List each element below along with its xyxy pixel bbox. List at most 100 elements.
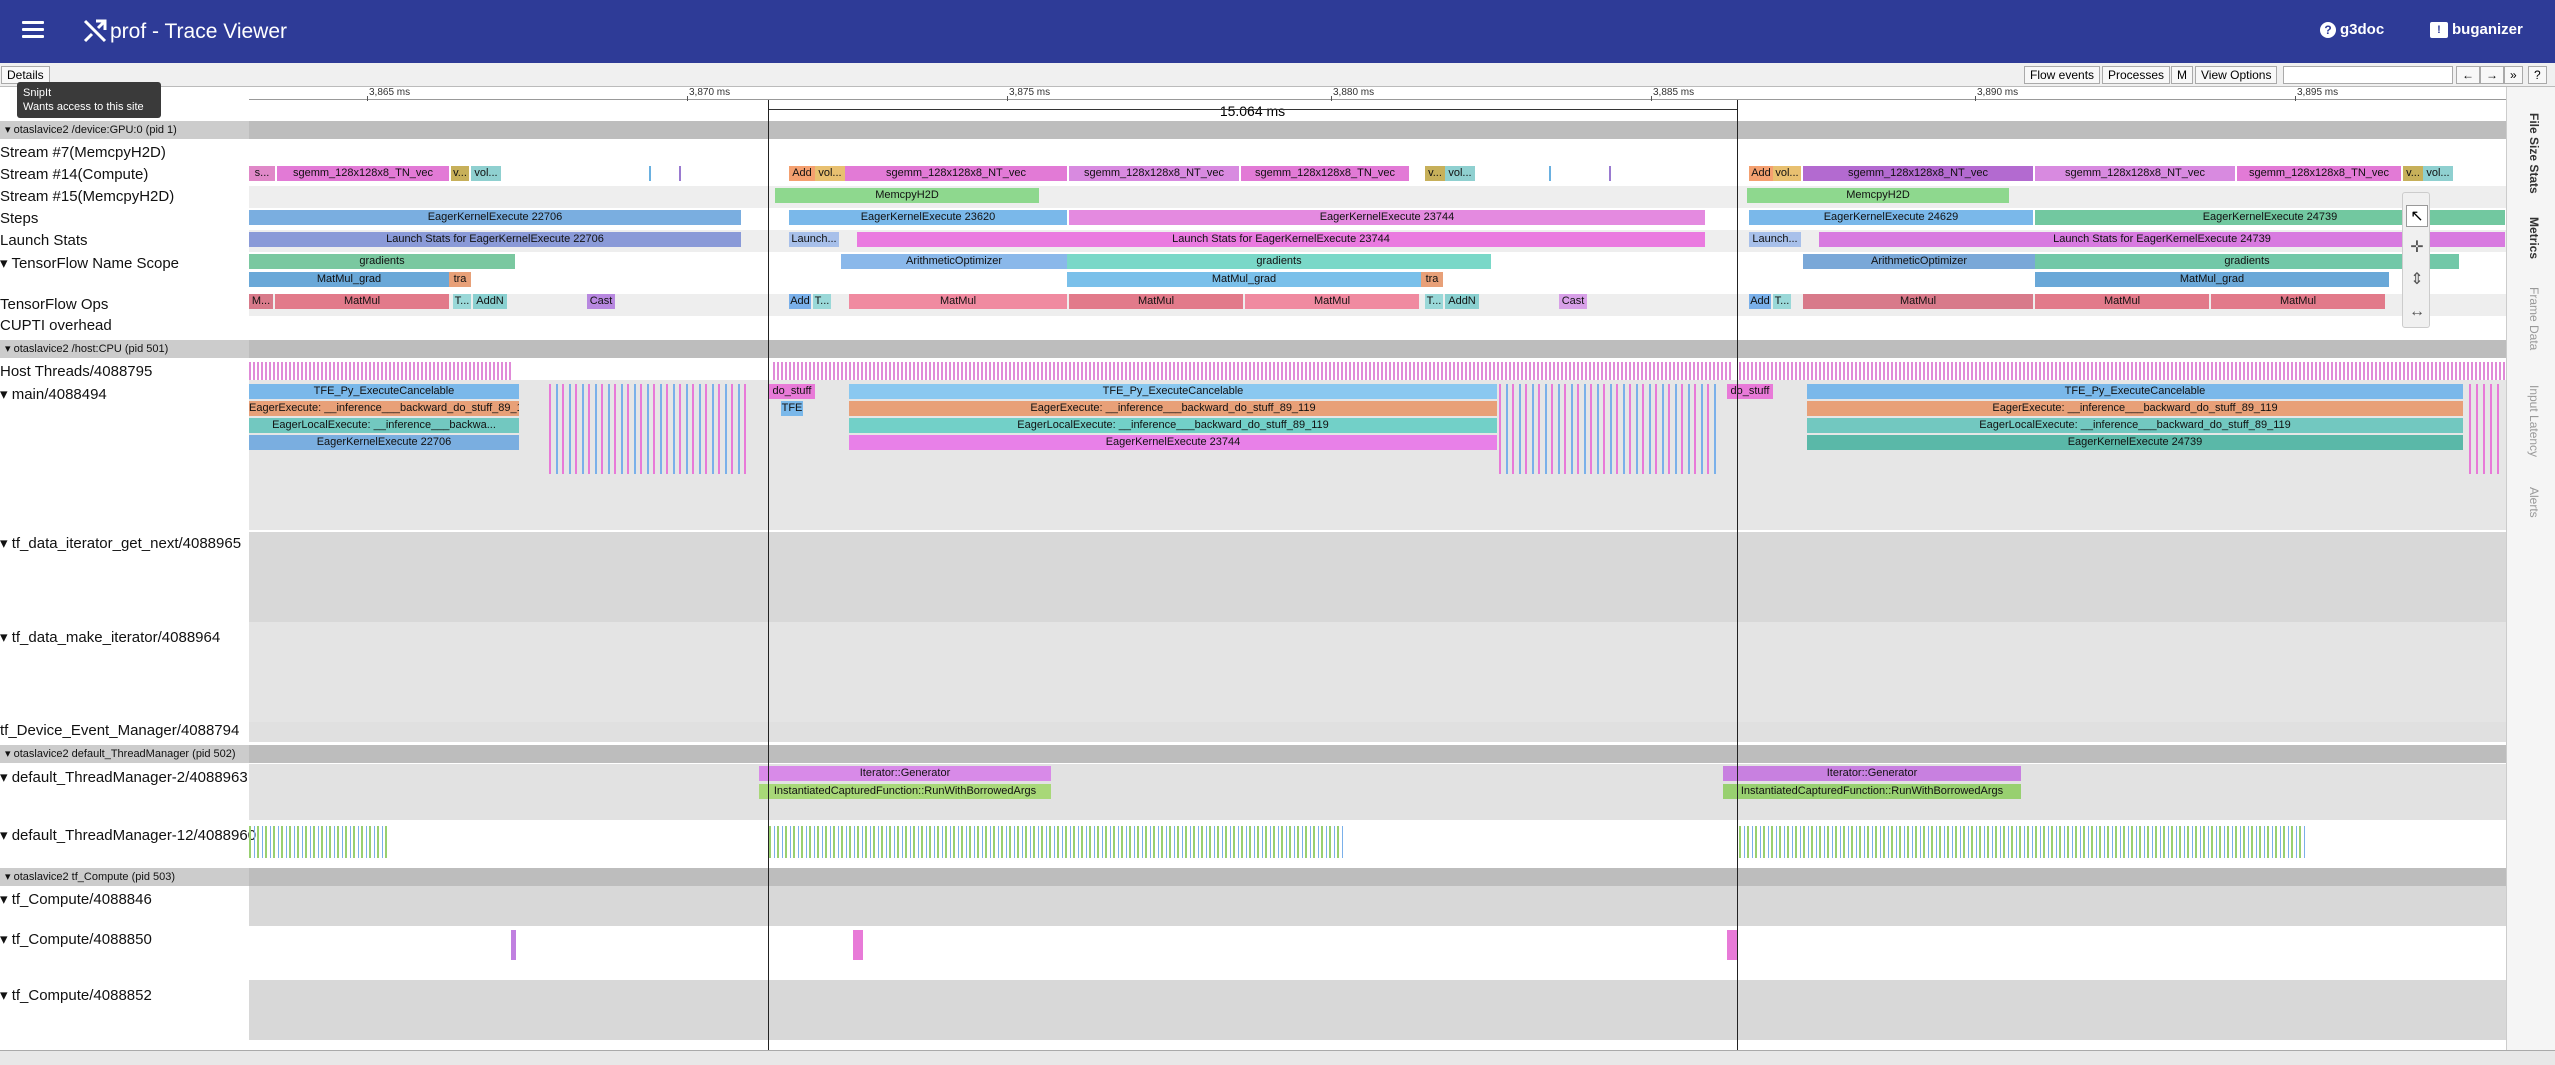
trace-event[interactable]: MatMul_grad: [1067, 272, 1421, 287]
trace-event[interactable]: tra: [1421, 272, 1443, 287]
trace-event[interactable]: Add: [789, 294, 811, 309]
trace-event[interactable]: vol...: [2423, 166, 2453, 181]
trace-event[interactable]: v...: [451, 166, 469, 181]
trace-event[interactable]: Iterator::Generator: [759, 766, 1051, 781]
selection-start-line[interactable]: [768, 100, 769, 1050]
trace-event[interactable]: EagerLocalExecute: __inference___backwa.…: [249, 418, 519, 433]
trace-event[interactable]: T...: [1425, 294, 1443, 309]
trace-event[interactable]: EagerLocalExecute: __inference___backwar…: [1807, 418, 2463, 433]
trace-event[interactable]: sgemm_128x128x8_NT_vec: [1069, 166, 1239, 181]
host-thread-activity[interactable]: [1739, 362, 2505, 380]
trace-event[interactable]: EagerLocalExecute: __inference___backwar…: [849, 418, 1497, 433]
trace-event[interactable]: vol...: [815, 166, 845, 181]
trace-event-sliver[interactable]: [1727, 930, 1737, 960]
zoom-mode-icon[interactable]: ⇕: [2406, 269, 2428, 291]
trace-event[interactable]: Cast: [587, 294, 615, 309]
trace-event[interactable]: MatMul: [1069, 294, 1243, 309]
trace-event[interactable]: EagerKernelExecute 23744: [1069, 210, 1705, 225]
process-header-cpu[interactable]: ▾ otaslavice2 /host:CPU (pid 501): [0, 340, 249, 358]
trace-event[interactable]: ArithmeticOptimizer: [841, 254, 1067, 269]
expand-icon[interactable]: ▾: [0, 891, 8, 908]
trace-event-sliver[interactable]: [679, 166, 681, 181]
trace-event[interactable]: Add: [1749, 294, 1771, 309]
dense-event-region[interactable]: [549, 384, 749, 474]
processes-button[interactable]: Processes: [2102, 66, 2171, 84]
trace-event[interactable]: EagerKernelExecute 24739: [1807, 435, 2463, 450]
dense-event-region[interactable]: [249, 826, 389, 858]
process-header-compute[interactable]: ▾ otaslavice2 tf_Compute (pid 503): [0, 868, 249, 886]
trace-event[interactable]: tra: [449, 272, 471, 287]
expand-icon[interactable]: ▾: [0, 386, 8, 403]
dense-event-region[interactable]: [2469, 384, 2503, 474]
trace-event[interactable]: EagerKernelExecute 22706: [249, 210, 741, 225]
trace-event-sliver[interactable]: [511, 930, 516, 960]
trace-event[interactable]: TFE: [781, 401, 803, 416]
track-label-expandable[interactable]: ▾ default_ThreadManager-2/4088963: [0, 768, 248, 786]
trace-event[interactable]: sgemm_128x128x8_TN_vec: [1241, 166, 1409, 181]
track-label-expandable[interactable]: ▾ default_ThreadManager-12/4088960: [0, 826, 256, 844]
tab-file-size-stats[interactable]: File Size Stats: [2527, 113, 2541, 194]
trace-event[interactable]: gradients: [249, 254, 515, 269]
trace-event[interactable]: MemcpyH2D: [1747, 188, 2009, 203]
select-mode-icon[interactable]: ↖: [2406, 205, 2428, 227]
trace-event[interactable]: MatMul: [1803, 294, 2033, 309]
dense-event-region[interactable]: [1499, 384, 1719, 474]
expand-icon[interactable]: ▾: [0, 987, 8, 1004]
trace-event[interactable]: sgemm_128x128x8_TN_vec: [2237, 166, 2401, 181]
g3doc-link[interactable]: ? g3doc: [2320, 21, 2384, 38]
trace-event-sliver[interactable]: [853, 930, 863, 960]
trace-event[interactable]: EagerKernelExecute 23620: [789, 210, 1067, 225]
trace-event[interactable]: EagerKernelExecute 22706: [249, 435, 519, 450]
expand-icon[interactable]: ▾: [0, 255, 8, 272]
trace-event[interactable]: EagerKernelExecute 24629: [1749, 210, 2033, 225]
dense-event-region[interactable]: [769, 826, 1343, 858]
find-prev-button[interactable]: ←: [2456, 66, 2480, 84]
dense-event-region[interactable]: [1739, 826, 2305, 858]
find-next-button[interactable]: →: [2480, 66, 2504, 84]
time-ruler[interactable]: 3,865 ms 3,870 ms 3,875 ms 3,880 ms 3,88…: [249, 87, 2506, 101]
metadata-button[interactable]: M: [2171, 66, 2193, 84]
tab-alerts[interactable]: Alerts: [2527, 487, 2541, 518]
trace-event[interactable]: Iterator::Generator: [1723, 766, 2021, 781]
expand-icon[interactable]: ▾: [5, 343, 11, 355]
trace-event[interactable]: TFE_Py_ExecuteCancelable: [1807, 384, 2463, 399]
trace-canvas[interactable]: 15.064 ms X X X X s... sgemm_128x128x8_T…: [249, 100, 2506, 1050]
trace-event[interactable]: gradients: [1067, 254, 1491, 269]
track-label-expandable[interactable]: ▾ tf_Compute/4088852: [0, 986, 152, 1004]
trace-event[interactable]: Add: [1749, 166, 1773, 181]
buganizer-link[interactable]: ! buganizer: [2430, 21, 2523, 38]
trace-event[interactable]: Launch...: [1749, 232, 1801, 247]
tab-frame-data[interactable]: Frame Data: [2527, 287, 2541, 350]
trace-event[interactable]: sgemm_128x128x8_NT_vec: [1803, 166, 2033, 181]
expand-icon[interactable]: ▾: [0, 827, 8, 844]
trace-event[interactable]: T...: [813, 294, 831, 309]
timing-mode-icon[interactable]: ↔: [2406, 301, 2428, 323]
trace-event[interactable]: sgemm_128x128x8_TN_vec: [277, 166, 449, 181]
expand-icon[interactable]: ▾: [0, 629, 8, 646]
tab-metrics[interactable]: Metrics: [2527, 217, 2541, 259]
flow-events-button[interactable]: Flow events: [2024, 66, 2101, 84]
track-label-expandable[interactable]: ▾ tf_data_make_iterator/4088964: [0, 628, 220, 646]
trace-event[interactable]: MatMul_grad: [249, 272, 449, 287]
search-input[interactable]: [2283, 66, 2453, 84]
collapse-button[interactable]: »: [2504, 66, 2523, 84]
trace-event[interactable]: ArithmeticOptimizer: [1803, 254, 2035, 269]
trace-event[interactable]: EagerKernelExecute 24739: [2035, 210, 2505, 225]
trace-event[interactable]: T...: [453, 294, 471, 309]
trace-event[interactable]: s...: [249, 166, 275, 181]
trace-event[interactable]: Add: [789, 166, 815, 181]
expand-icon[interactable]: ▾: [0, 535, 8, 552]
trace-event[interactable]: gradients: [2035, 254, 2459, 269]
trace-event[interactable]: InstantiatedCapturedFunction::RunWithBor…: [1723, 784, 2021, 799]
trace-event[interactable]: MatMul: [849, 294, 1067, 309]
trace-event-sliver[interactable]: [1609, 166, 1611, 181]
trace-event[interactable]: MatMul: [1245, 294, 1419, 309]
bottom-drag-handle[interactable]: [0, 1050, 2555, 1065]
trace-event[interactable]: v...: [2403, 166, 2423, 181]
trace-event[interactable]: EagerExecute: __inference___backward_do_…: [849, 401, 1497, 416]
trace-event[interactable]: AddN: [1445, 294, 1479, 309]
host-thread-activity[interactable]: [249, 362, 511, 380]
trace-event[interactable]: v...: [1425, 166, 1445, 181]
trace-event[interactable]: vol...: [471, 166, 501, 181]
selection-end-line[interactable]: [1737, 100, 1738, 1050]
